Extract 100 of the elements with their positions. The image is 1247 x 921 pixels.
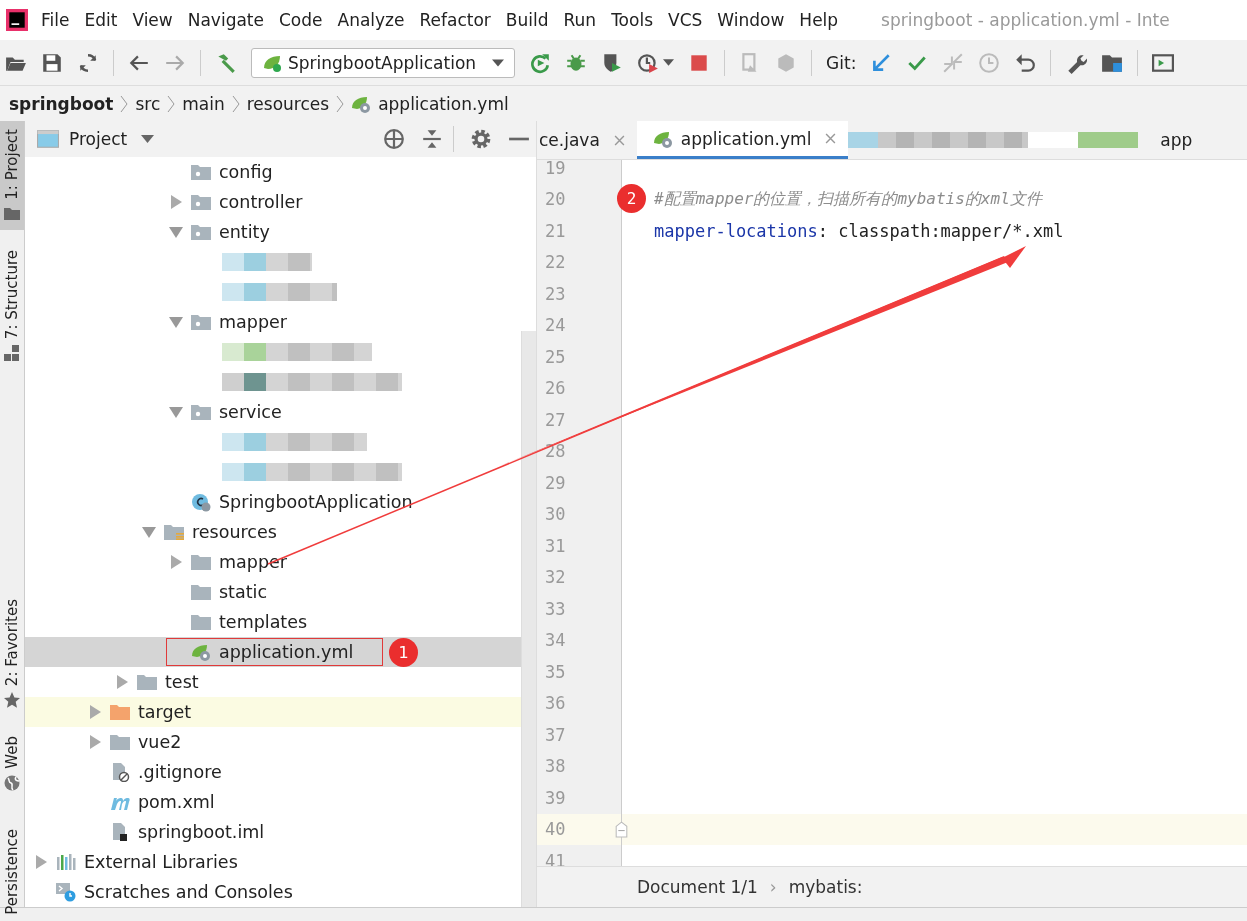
editor-tab[interactable]: application.yml xyxy=(636,121,849,159)
tree-item[interactable]: pom.xml xyxy=(25,787,522,817)
menu-item[interactable]: View xyxy=(132,10,173,30)
editor-tab[interactable]: ce.java xyxy=(537,121,637,159)
side-tab[interactable]: Web xyxy=(0,727,24,799)
tree-item[interactable]: service xyxy=(25,397,522,427)
line-number: 31 xyxy=(537,530,622,562)
settings-icon[interactable] xyxy=(470,128,492,150)
menu-item[interactable]: Run xyxy=(563,10,597,30)
line-number: 41 xyxy=(537,845,622,866)
tree-item[interactable]: application.yml 1 xyxy=(25,637,522,667)
merge-icon[interactable] xyxy=(942,51,965,74)
tree-item[interactable]: springboot.iml xyxy=(25,817,522,847)
tree-item[interactable]: .gitignore xyxy=(25,757,522,787)
collapsed-arrow-icon[interactable] xyxy=(88,705,102,719)
menu-item[interactable]: Analyze xyxy=(337,10,405,30)
tree-label: Scratches and Consoles xyxy=(84,882,293,902)
collapsed-arrow-icon[interactable] xyxy=(34,855,48,869)
side-tab[interactable]: Persistence xyxy=(0,820,24,921)
tree-item[interactable]: vue2 xyxy=(25,727,522,757)
editor-tab[interactable]: app xyxy=(1148,121,1193,159)
breadcrumb-item[interactable]: application.yml xyxy=(378,93,509,114)
side-tab[interactable]: 7: Structure xyxy=(0,241,24,369)
menu-item[interactable]: Edit xyxy=(84,10,118,30)
package-folder-icon xyxy=(191,162,211,182)
breadcrumb-item[interactable]: resources xyxy=(246,93,330,114)
panel-title[interactable]: Project xyxy=(69,129,128,149)
breadcrumb-item[interactable]: mybatis: xyxy=(788,877,863,897)
code-comment: #配置mapper的位置，扫描所有的mybatis的xml文件 xyxy=(654,189,1042,209)
collapsed-arrow-icon[interactable] xyxy=(169,195,183,209)
profiler-icon[interactable] xyxy=(637,51,660,74)
breadcrumb-item[interactable]: Document 1/1 xyxy=(637,877,758,897)
collapsed-arrow-icon[interactable] xyxy=(115,675,129,689)
menu-item[interactable]: Tools xyxy=(611,10,653,30)
tree-label: service xyxy=(219,402,282,422)
tree-item[interactable]: static xyxy=(25,577,522,607)
side-tab[interactable]: 2: Favorites xyxy=(0,590,24,716)
step-badge: 2 xyxy=(617,184,646,214)
menu-item[interactable]: VCS xyxy=(668,10,703,30)
save-icon[interactable] xyxy=(41,51,63,74)
package-folder-icon xyxy=(191,402,211,422)
tree-item[interactable]: entity xyxy=(25,217,522,247)
line-number: 25 xyxy=(537,341,622,373)
menu-item[interactable]: Build xyxy=(505,10,549,30)
tree-item[interactable]: mapper xyxy=(25,307,522,337)
line-number: 20 xyxy=(537,183,622,215)
tree-item[interactable]: controller xyxy=(25,187,522,217)
line-number: 34 xyxy=(537,624,622,656)
breadcrumb-item[interactable]: main xyxy=(182,93,225,114)
undo-icon[interactable] xyxy=(1014,51,1037,74)
tree-label: mapper xyxy=(219,312,287,332)
side-tab[interactable]: 1: Project xyxy=(0,121,24,230)
tree-item[interactable]: templates xyxy=(25,607,522,637)
collapsed-arrow-icon[interactable] xyxy=(88,735,102,749)
line-number: 28 xyxy=(537,435,622,467)
menu-item[interactable]: Window xyxy=(717,10,785,30)
close-icon[interactable] xyxy=(825,133,837,144)
collapsed-arrow-icon[interactable] xyxy=(169,555,183,569)
history-icon[interactable] xyxy=(978,51,1001,74)
expanded-arrow-icon[interactable] xyxy=(142,525,156,539)
caret-icon[interactable] xyxy=(663,59,675,66)
folder-icon xyxy=(164,522,184,542)
module-file-icon xyxy=(110,822,130,842)
expanded-arrow-icon[interactable] xyxy=(169,405,183,419)
coverage-icon[interactable] xyxy=(601,51,624,74)
caret-icon[interactable] xyxy=(141,135,155,143)
run-configuration-dropdown[interactable]: SpringbootApplication xyxy=(251,47,516,78)
tree-item[interactable]: config xyxy=(25,157,522,187)
collapse-all-icon[interactable] xyxy=(421,128,443,150)
menu-item[interactable]: Navigate xyxy=(187,10,264,30)
breadcrumb-item[interactable]: src xyxy=(135,93,161,114)
menu-item[interactable]: Refactor xyxy=(419,10,491,30)
line-number: 24 xyxy=(537,309,622,341)
terminal-icon[interactable] xyxy=(1152,51,1175,74)
tree-label: springboot.iml xyxy=(138,822,265,842)
hammer-icon[interactable] xyxy=(215,51,237,74)
caret-icon xyxy=(492,58,505,67)
tree-item[interactable]: SpringbootApplication xyxy=(25,487,522,517)
breadcrumb-item[interactable]: springboot xyxy=(9,93,114,114)
rerun-icon[interactable] xyxy=(529,51,552,74)
menu-item[interactable]: File xyxy=(41,10,70,30)
tree-label: target xyxy=(138,702,192,722)
class-icon xyxy=(191,492,211,512)
tree-item[interactable]: target xyxy=(25,697,522,727)
tree-item[interactable]: mapper xyxy=(25,547,522,577)
tree-item[interactable]: test xyxy=(25,667,522,697)
project-view-icon xyxy=(37,130,59,148)
tree-item[interactable]: resources xyxy=(25,517,522,547)
close-icon[interactable] xyxy=(613,134,625,146)
menu-item[interactable]: Help xyxy=(799,10,839,30)
locate-icon[interactable] xyxy=(383,128,405,150)
menu-item[interactable]: Code xyxy=(279,10,323,30)
sync-icon[interactable] xyxy=(77,51,99,74)
expanded-arrow-icon[interactable] xyxy=(169,225,183,239)
expanded-arrow-icon[interactable] xyxy=(169,315,183,329)
tree-item[interactable]: Scratches and Consoles xyxy=(25,877,522,907)
line-number: 38 xyxy=(537,750,622,782)
scrollbar[interactable] xyxy=(521,331,536,907)
fold-icon[interactable] xyxy=(615,820,628,838)
tree-item[interactable]: External Libraries xyxy=(25,847,522,877)
